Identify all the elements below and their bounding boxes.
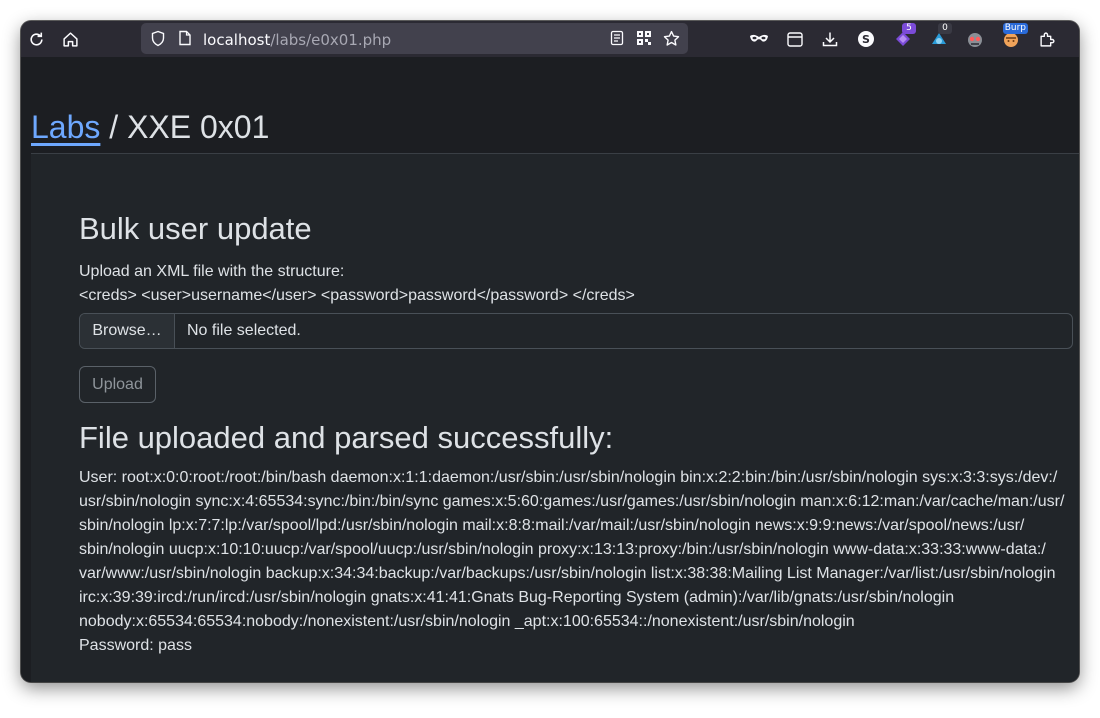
purple-extension-badge: 5 xyxy=(902,23,916,34)
breadcrumb: Labs / XXE 0x01 xyxy=(31,109,269,146)
purple-extension-icon[interactable]: 5 xyxy=(890,23,916,52)
url-path: /labs/e0x01.php xyxy=(270,31,392,49)
reload-icon[interactable] xyxy=(23,26,49,52)
burp-extension-badge: Burp xyxy=(1002,23,1028,34)
url-text[interactable]: localhost/labs/e0x01.php xyxy=(203,31,391,49)
download-icon[interactable] xyxy=(817,26,843,52)
browser-toolbar: localhost/labs/e0x01.php S 5 0 Burp xyxy=(21,21,1079,57)
breadcrumb-current: XXE 0x01 xyxy=(127,109,270,145)
xml-file-input[interactable]: Browse… No file selected. xyxy=(79,313,1073,349)
output-line: sbin/nologin uucp:x:10:10:uucp:/var/spoo… xyxy=(79,541,1046,558)
extensions-puzzle-icon[interactable] xyxy=(1034,26,1060,52)
qr-code-icon[interactable] xyxy=(635,29,653,47)
description-line-1: Upload an XML file with the structure: xyxy=(79,263,345,280)
burp-extension-icon[interactable]: Burp xyxy=(998,23,1028,52)
blue-extension-icon[interactable]: 0 xyxy=(926,23,952,52)
parsed-output: User: root:x:0:0:root:/root:/bin/bash da… xyxy=(79,466,1079,658)
page-heading: Bulk user update xyxy=(79,211,312,246)
sidebar-icon[interactable] xyxy=(782,26,808,52)
output-line: nobody:x:65534:65534:nobody:/nonexistent… xyxy=(79,613,855,630)
file-status: No file selected. xyxy=(187,322,301,339)
browser-window: localhost/labs/e0x01.php S 5 0 Burp Labs… xyxy=(21,21,1079,682)
svg-text:S: S xyxy=(862,33,870,46)
output-line: sbin/nologin lp:x:7:7:lp:/var/spool/lpd:… xyxy=(79,517,1025,534)
breadcrumb-separator: / xyxy=(100,109,128,145)
output-line: User: root:x:0:0:root:/root:/bin/bash da… xyxy=(79,469,1058,486)
blue-extension-badge: 0 xyxy=(938,23,952,34)
home-icon[interactable] xyxy=(57,26,83,52)
shield-icon[interactable] xyxy=(149,29,167,47)
hacker-extension-icon[interactable] xyxy=(962,26,988,52)
password-line: Password: pass xyxy=(79,637,192,654)
upload-description: Upload an XML file with the structure: <… xyxy=(79,260,635,308)
page-content: Labs / XXE 0x01 Bulk user update Upload … xyxy=(21,57,1079,682)
breadcrumb-labs-link[interactable]: Labs xyxy=(31,109,100,145)
output-line: usr/sbin/nologin sync:x:4:65534:sync:/bi… xyxy=(79,493,1065,510)
reader-view-icon[interactable] xyxy=(608,29,626,47)
output-line: var/www:/usr/sbin/nologin backup:x:34:34… xyxy=(79,565,1056,582)
lab-panel: Bulk user update Upload an XML file with… xyxy=(31,154,1079,682)
result-heading: File uploaded and parsed successfully: xyxy=(79,420,614,455)
url-host: localhost xyxy=(203,31,271,49)
url-bar[interactable]: localhost/labs/e0x01.php xyxy=(141,23,688,54)
page-icon[interactable] xyxy=(176,29,194,47)
description-line-2: <creds> <user>username</user> <password>… xyxy=(79,287,635,304)
browse-button[interactable]: Browse… xyxy=(80,314,175,348)
private-mask-icon[interactable] xyxy=(746,26,772,52)
star-icon[interactable] xyxy=(662,29,680,47)
s-extension-icon[interactable]: S xyxy=(853,26,879,52)
output-line: irc:x:39:39:ircd:/run/ircd:/usr/sbin/nol… xyxy=(79,589,955,606)
upload-button[interactable]: Upload xyxy=(79,366,156,403)
